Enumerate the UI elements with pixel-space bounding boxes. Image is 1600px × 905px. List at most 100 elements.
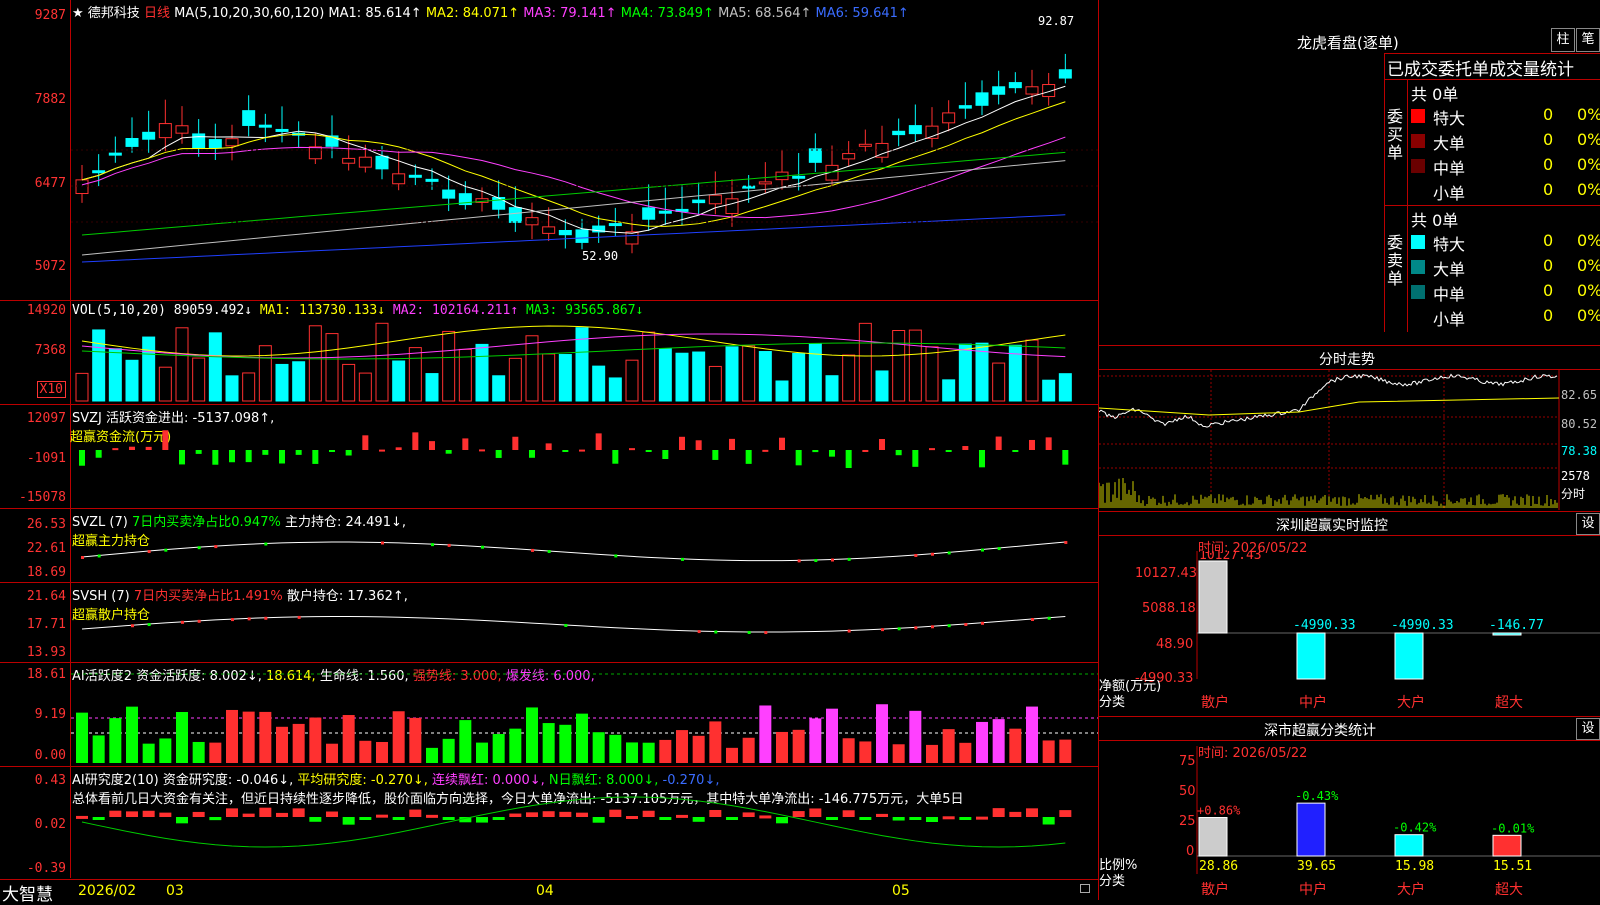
volume-bar (242, 372, 256, 402)
activity-bar (876, 704, 888, 763)
y-tick: -15078 (19, 490, 66, 505)
high-price-label: 92.87 (1038, 14, 1075, 28)
money-flow-bar (245, 450, 252, 463)
money-flow-bar (312, 450, 319, 464)
research-avg-line (81, 796, 1066, 848)
color-swatch (1411, 159, 1425, 173)
candle-body (658, 210, 672, 214)
volume-bar (358, 372, 372, 402)
money-flow-bar (579, 449, 585, 452)
order-row: 大单 0 0% (1411, 130, 1600, 153)
settings-button-2[interactable]: 设 (1576, 718, 1600, 740)
money-flow-bar (645, 450, 652, 452)
tick-mode-button[interactable]: 笔 (1576, 28, 1600, 52)
ai-activity-panel[interactable]: 18.61 9.19 0.00 AI活跃度2 资金活跃度: 8.002↓, 18… (0, 663, 1098, 767)
activity-bar (209, 742, 222, 763)
holding-dot (97, 554, 101, 558)
holding-dot (147, 550, 151, 554)
research-bar (326, 811, 338, 817)
net-amount-label: -4990.33 (1391, 618, 1454, 633)
candle-body (442, 189, 456, 199)
activity-bar (959, 742, 972, 763)
ratio-bar (1492, 834, 1522, 857)
money-flow-bar (412, 432, 419, 450)
y-tick: 12097 (26, 411, 66, 426)
order-side-label: 委买单 (1387, 107, 1404, 162)
research-bar (192, 811, 205, 817)
lhb-title: 龙虎看盘(逐单) (1297, 34, 1399, 52)
candle-body (392, 173, 406, 185)
activity-bar (726, 747, 738, 763)
holding-dot (481, 545, 484, 549)
volume-bar (925, 346, 939, 402)
money-flow-bar (429, 441, 435, 450)
order-count: 0 (1543, 180, 1554, 199)
research-bar (126, 811, 138, 817)
research-bar (409, 809, 422, 817)
order-percent: 0% (1577, 130, 1600, 149)
volume-bar (308, 325, 322, 402)
research-bar (376, 814, 388, 818)
lock-icon[interactable] (1080, 884, 1090, 893)
activity-bar (426, 747, 438, 763)
volume-bar (908, 329, 922, 402)
order-percent: 0% (1577, 281, 1600, 300)
holding-dot (1047, 616, 1051, 620)
activity-bar (592, 732, 605, 763)
activity-bar (709, 721, 722, 763)
ai-research-panel[interactable]: 0.43 0.02 -0.39 AI研究度2(10) 资金研究度: -0.046… (0, 767, 1098, 878)
money-flow-bar (695, 440, 702, 450)
ai-activity-y-axis: 18.61 9.19 0.00 (0, 663, 71, 766)
candle-body (608, 223, 622, 227)
volume-bar (292, 361, 306, 402)
activity-bar (909, 710, 922, 763)
svsh-panel[interactable]: 21.64 17.71 13.93 SVSH (7) 7日内买卖净占比1.491… (0, 583, 1098, 663)
research-bar (592, 817, 605, 823)
order-row: 特大 0 0% (1411, 105, 1600, 128)
category-label: 超大 (1495, 695, 1523, 711)
svzj-y-axis: 12097 -1091 -15078 (0, 405, 71, 508)
order-percent: 0% (1577, 180, 1600, 199)
svzj-panel[interactable]: 12097 -1091 -15078 SVZJ 活跃资金进出: -5137.09… (0, 405, 1098, 509)
order-row: 中单 0 0% (1411, 155, 1600, 178)
candle-body (308, 146, 322, 160)
settings-button[interactable]: 设 (1576, 513, 1600, 535)
candle-body (808, 148, 822, 163)
holding-line (81, 615, 1066, 633)
holding-dot (947, 551, 951, 555)
candle-body (958, 105, 972, 109)
intraday-chart[interactable] (1099, 370, 1600, 510)
candle-body (708, 194, 722, 205)
intraday-panel[interactable]: 分时走势 82.65 80.52 78.38 2578 分时 (1099, 345, 1600, 510)
kline-y-axis: 9287 7882 6477 5072 (0, 0, 71, 300)
research-bar (692, 817, 705, 822)
activity-bar (126, 706, 138, 763)
money-flow-bar (329, 450, 335, 452)
volume-panel[interactable]: 14920 7368 X10 VOL(5,10,20) 89059.492↓ M… (0, 301, 1098, 405)
order-size-label: 大单 (1433, 260, 1466, 279)
activity-bar (792, 729, 805, 763)
order-percent: 0% (1577, 105, 1600, 124)
money-flow-bar (995, 436, 1002, 450)
research-bar (792, 811, 805, 817)
net-amount-bar (1296, 632, 1326, 680)
holding-dot (814, 559, 818, 563)
volume-bar (325, 333, 339, 402)
brand-label[interactable]: 大智慧 (2, 880, 53, 905)
activity-bar (859, 741, 872, 763)
activity-bar (576, 713, 588, 763)
bar-mode-button[interactable]: 柱 (1551, 28, 1575, 52)
candle-body (758, 181, 772, 185)
kline-panel[interactable]: 9287 7882 6477 5072 ★ 德邦科技 日线 MA(5,10,20… (0, 0, 1098, 301)
category-label: 中户 (1299, 694, 1327, 711)
holding-dot (264, 616, 268, 620)
activity-bar (642, 742, 655, 763)
order-count: 0 (1543, 105, 1554, 124)
holding-dot (81, 556, 84, 559)
research-bar (676, 814, 688, 818)
y-tick: -1091 (26, 451, 66, 466)
money-flow-bar (345, 450, 352, 456)
activity-bar (659, 739, 672, 763)
svzl-panel[interactable]: 26.53 22.61 18.69 SVZL (7) 7日内买卖净占比0.947… (0, 509, 1098, 583)
volume-bar (108, 348, 122, 402)
